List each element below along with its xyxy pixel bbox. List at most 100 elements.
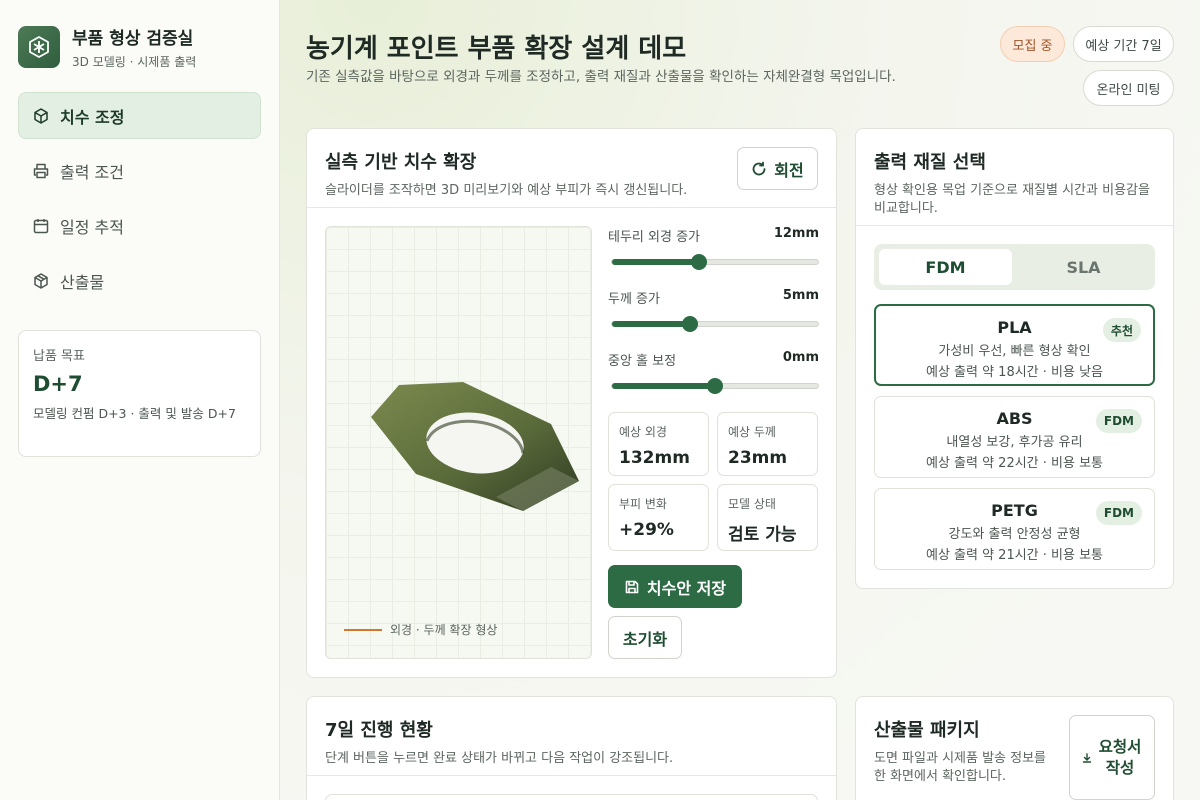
stat-value: 132mm	[619, 448, 690, 468]
rotate-label: 회전	[774, 160, 804, 180]
brand-logo-icon	[18, 26, 60, 68]
material-time: 예상 출력 약 18시간 · 비용 낮음	[925, 365, 1104, 380]
slider-value: 5mm	[782, 288, 819, 303]
dimension-card-title: 실측 기반 치수 확장	[325, 152, 477, 173]
save-dimension-button[interactable]: 치수안 저장	[608, 565, 742, 608]
sidebar-item-deliverables[interactable]: 산출물	[18, 257, 261, 304]
cube-icon	[32, 107, 50, 125]
material-card-desc: 형상 확인용 목업 기준으로 재질별 시간과 비용감을 비교합니다.	[874, 183, 1150, 216]
material-desc: 가성비 우선, 빠른 형상 확인	[938, 344, 1091, 359]
card-divider	[307, 775, 836, 776]
package-icon	[32, 272, 50, 290]
material-option-abs[interactable]: ABS 내열성 보강, 후가공 유리 예상 출력 약 22시간 · 비용 보통 …	[874, 396, 1155, 478]
slider-thumb[interactable]	[690, 254, 707, 270]
sidebar: 부품 형상 검증실 3D 모델링 · 시제품 출력 치수 조정 출력 조건 일정…	[0, 0, 280, 800]
stat-thickness: 예상 두께 23mm	[717, 412, 818, 476]
stat-value: 검토 가능	[728, 525, 797, 545]
sidebar-item-label: 산출물	[60, 272, 105, 292]
part-model	[371, 382, 579, 511]
status-badge: 모집 중	[1000, 26, 1065, 62]
tab-sla[interactable]: SLA	[1017, 249, 1150, 285]
slider-track[interactable]	[611, 254, 819, 270]
slider-thumb[interactable]	[707, 378, 723, 394]
tab-fdm[interactable]: FDM	[879, 249, 1012, 285]
sidebar-item-schedule[interactable]: 일정 추적	[18, 202, 261, 249]
main-content: 농기계 포인트 부품 확장 설계 데모 기존 실측값을 바탕으로 외경과 두께를…	[280, 0, 1200, 800]
goal-label: 납품 목표	[33, 349, 85, 364]
delivery-goal-card: 납품 목표 D+7 모델링 컨펌 D+3 · 출력 및 발송 D+7	[18, 330, 261, 457]
sidebar-item-print[interactable]: 출력 조건	[18, 147, 261, 194]
sidebar-item-dimension[interactable]: 치수 조정	[18, 92, 261, 139]
center-hole-slider[interactable]: 중앙 홀 보정 0mm	[608, 350, 819, 395]
sidebar-nav: 치수 조정 출력 조건 일정 추적 산출물	[18, 92, 261, 312]
goal-desc: 모델링 컨펌 D+3 · 출력 및 발송 D+7	[33, 406, 236, 421]
sidebar-item-label: 출력 조건	[60, 162, 124, 182]
brand-title: 부품 형상 검증실	[72, 29, 194, 49]
reset-button[interactable]: 초기화	[608, 616, 682, 659]
slider-track[interactable]	[611, 316, 819, 332]
slider-fill	[612, 321, 691, 327]
reset-label: 초기화	[622, 629, 668, 649]
stat-model-status: 모델 상태 검토 가능	[717, 484, 818, 551]
material-card-title: 출력 재질 선택	[874, 152, 986, 173]
sidebar-item-label: 일정 추적	[60, 217, 124, 237]
stat-label: 모델 상태	[728, 497, 776, 511]
material-desc: 강도와 출력 안정성 균형	[948, 527, 1081, 542]
package-card-desc: 도면 파일과 시제품 발송 정보를 한 화면에서 확인합니다.	[874, 751, 1047, 784]
rotate-button[interactable]: 회전	[737, 147, 818, 190]
material-option-pla[interactable]: PLA 가성비 우선, 빠른 형상 확인 예상 출력 약 18시간 · 비용 낮…	[874, 304, 1155, 386]
request-button[interactable]: 요청서 작성	[1069, 715, 1155, 800]
slider-fill	[612, 259, 699, 265]
request-label: 요청서 작성	[1098, 738, 1142, 777]
brand-subtitle: 3D 모델링 · 시제품 출력	[72, 55, 197, 69]
slider-value: 0mm	[782, 350, 819, 365]
rotate-icon	[751, 161, 767, 177]
progress-step[interactable]	[325, 794, 818, 800]
goal-value: D+7	[33, 372, 83, 396]
stat-label: 부피 변화	[619, 497, 667, 511]
material-card: 출력 재질 선택 형상 확인용 목업 기준으로 재질별 시간과 비용감을 비교합…	[855, 128, 1174, 589]
printer-icon	[32, 162, 50, 180]
slider-fill	[612, 383, 715, 389]
brand: 부품 형상 검증실 3D 모델링 · 시제품 출력	[18, 24, 196, 70]
meeting-badge: 온라인 미팅	[1083, 70, 1174, 106]
preview-legend: 외경 · 두께 확장 형상	[344, 621, 497, 638]
page-description: 기존 실측값을 바탕으로 외경과 두께를 조정하고, 출력 재질과 산출물을 확…	[306, 69, 896, 85]
package-card: 산출물 패키지 도면 파일과 시제품 발송 정보를 한 화면에서 확인합니다. …	[855, 696, 1174, 800]
outer-diameter-slider[interactable]: 테두리 외경 증가 12mm	[608, 226, 819, 271]
material-time: 예상 출력 약 22시간 · 비용 보통	[925, 456, 1104, 471]
stat-volume-change: 부피 변화 +29%	[608, 484, 709, 551]
3d-preview[interactable]: 외경 · 두께 확장 형상	[325, 226, 592, 659]
card-divider	[856, 225, 1173, 226]
progress-card-desc: 단계 버튼을 누르면 완료 상태가 바뀌고 다음 작업이 강조됩니다.	[325, 751, 674, 766]
stat-label: 예상 외경	[619, 425, 667, 439]
progress-card: 7일 진행 현황 단계 버튼을 누르면 완료 상태가 바뀌고 다음 작업이 강조…	[306, 696, 837, 800]
legend-line-icon	[344, 628, 382, 631]
process-badge: FDM	[1095, 409, 1142, 433]
page-title: 농기계 포인트 부품 확장 설계 데모	[306, 34, 687, 64]
period-badge: 예상 기간 7일	[1073, 26, 1174, 62]
stat-outer-diameter: 예상 외경 132mm	[608, 412, 709, 476]
progress-card-title: 7일 진행 현황	[325, 720, 433, 741]
thickness-slider[interactable]: 두께 증가 5mm	[608, 288, 819, 333]
download-icon	[1082, 752, 1092, 763]
recommended-badge: 추천	[1102, 318, 1141, 342]
calendar-icon	[32, 217, 50, 235]
card-divider	[307, 207, 836, 208]
material-time: 예상 출력 약 21시간 · 비용 보통	[925, 548, 1104, 563]
stat-label: 예상 두께	[728, 425, 776, 439]
process-toggle: FDM SLA	[874, 244, 1155, 290]
slider-thumb[interactable]	[682, 316, 699, 332]
slider-track[interactable]	[611, 378, 819, 394]
slider-value: 12mm	[773, 226, 819, 241]
material-option-petg[interactable]: PETG 강도와 출력 안정성 균형 예상 출력 약 21시간 · 비용 보통 …	[874, 488, 1155, 570]
material-desc: 내열성 보강, 후가공 유리	[946, 435, 1083, 450]
stat-value: +29%	[619, 520, 674, 540]
stat-value: 23mm	[728, 448, 788, 468]
save-icon	[624, 579, 640, 595]
dimension-card-desc: 슬라이더를 조작하면 3D 미리보기와 예상 부피가 즉시 갱신됩니다.	[325, 183, 688, 198]
process-badge: FDM	[1095, 501, 1142, 525]
dimension-card: 실측 기반 치수 확장 슬라이더를 조작하면 3D 미리보기와 예상 부피가 즉…	[306, 128, 837, 678]
save-label: 치수안 저장	[646, 578, 727, 598]
package-card-title: 산출물 패키지	[874, 720, 980, 741]
